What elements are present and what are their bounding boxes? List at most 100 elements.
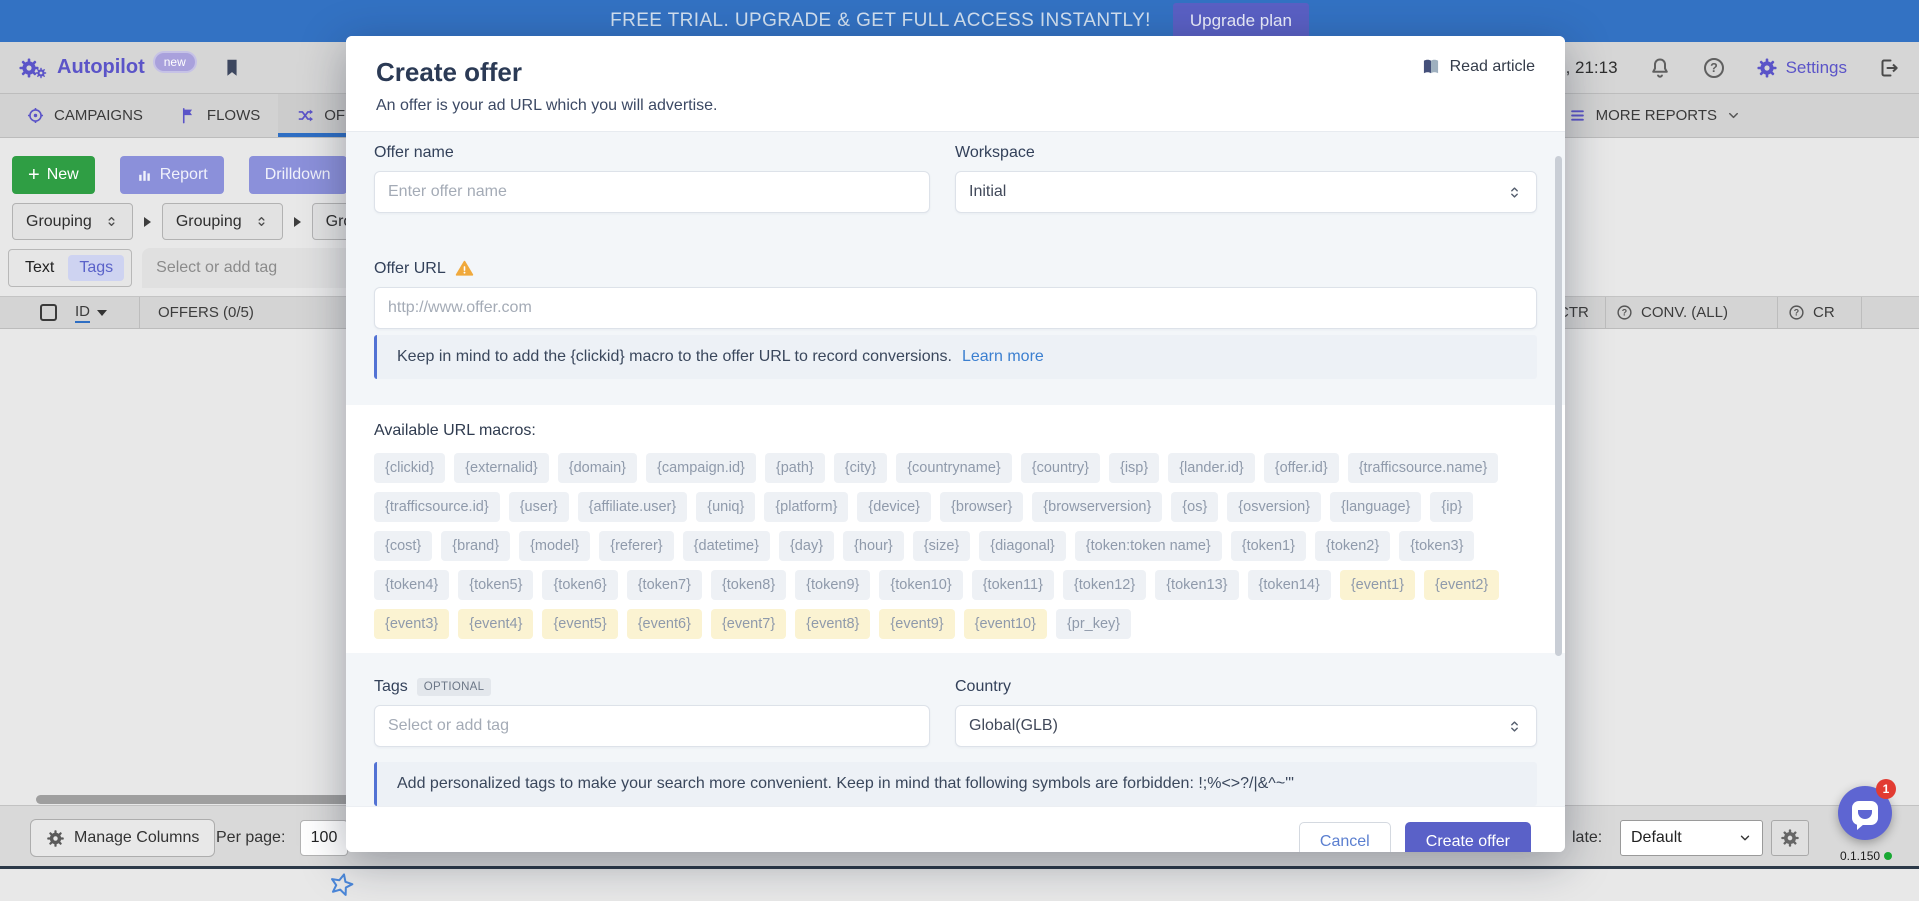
- macro-chip[interactable]: {offer.id}: [1264, 453, 1339, 483]
- grouping-select-1[interactable]: Grouping: [12, 203, 133, 240]
- macro-chip[interactable]: {token12}: [1063, 570, 1146, 600]
- macro-chip[interactable]: {event2}: [1424, 570, 1499, 600]
- macro-chip[interactable]: {uniq}: [696, 492, 755, 522]
- macro-chip[interactable]: {day}: [779, 531, 834, 561]
- macro-chip[interactable]: {hour}: [843, 531, 904, 561]
- modal-scrollbar[interactable]: [1555, 156, 1562, 656]
- workspace-select[interactable]: Initial: [955, 171, 1537, 213]
- macro-chip[interactable]: {event10}: [964, 609, 1047, 639]
- notifications-bell-icon[interactable]: [1648, 56, 1672, 80]
- create-offer-button[interactable]: Create offer: [1405, 822, 1531, 852]
- macro-chip[interactable]: {token7}: [627, 570, 702, 600]
- drilldown-button[interactable]: Drilldown: [249, 156, 347, 194]
- macro-chip[interactable]: {token14}: [1248, 570, 1331, 600]
- offer-url-input[interactable]: [374, 287, 1537, 329]
- country-select[interactable]: Global(GLB): [955, 705, 1537, 747]
- macro-chip[interactable]: {size}: [913, 531, 970, 561]
- macro-chip[interactable]: {token9}: [795, 570, 870, 600]
- macro-chip[interactable]: {clickid}: [374, 453, 445, 483]
- macro-chip[interactable]: {os}: [1171, 492, 1218, 522]
- macro-chip[interactable]: {token13}: [1155, 570, 1238, 600]
- filter-mode-tags[interactable]: Tags: [68, 255, 124, 281]
- macro-chip[interactable]: {trafficsource.id}: [374, 492, 500, 522]
- macro-chip[interactable]: {externalid}: [454, 453, 549, 483]
- macro-chip[interactable]: {event7}: [711, 609, 786, 639]
- warning-icon: [455, 259, 474, 278]
- cancel-button[interactable]: Cancel: [1299, 822, 1391, 852]
- autopilot-brand[interactable]: Autopilot new: [18, 56, 243, 79]
- plus-icon: +: [28, 165, 40, 185]
- macro-chip[interactable]: {country}: [1021, 453, 1100, 483]
- manage-columns-button[interactable]: Manage Columns: [30, 819, 215, 857]
- macro-chip[interactable]: {browserversion}: [1032, 492, 1162, 522]
- settings-button[interactable]: Settings: [1756, 57, 1847, 79]
- macro-chip[interactable]: {model}: [519, 531, 590, 561]
- template-settings-button[interactable]: [1771, 820, 1809, 856]
- macro-chip[interactable]: {token11}: [972, 570, 1054, 600]
- macro-chip[interactable]: {osversion}: [1227, 492, 1321, 522]
- macro-chip[interactable]: {platform}: [764, 492, 848, 522]
- macro-chip[interactable]: {affiliate.user}: [578, 492, 688, 522]
- bookmark-icon[interactable]: [221, 57, 243, 79]
- macro-chip[interactable]: {pr_key}: [1056, 609, 1131, 639]
- macro-chip[interactable]: {token3}: [1399, 531, 1474, 561]
- macro-chip[interactable]: {token8}: [711, 570, 786, 600]
- report-button[interactable]: Report: [120, 156, 224, 194]
- macro-chip[interactable]: {referer}: [599, 531, 673, 561]
- macro-chip[interactable]: {path}: [765, 453, 825, 483]
- logout-icon[interactable]: [1877, 56, 1901, 80]
- macro-chip[interactable]: {city}: [834, 453, 887, 483]
- macro-chip[interactable]: {countryname}: [896, 453, 1012, 483]
- macro-chip[interactable]: {browser}: [940, 492, 1023, 522]
- macro-chip[interactable]: {token10}: [879, 570, 962, 600]
- macro-chip[interactable]: {language}: [1330, 492, 1421, 522]
- macro-chip[interactable]: {lander.id}: [1168, 453, 1255, 483]
- macro-chip[interactable]: {isp}: [1109, 453, 1159, 483]
- learn-more-link[interactable]: Learn more: [962, 348, 1044, 365]
- macro-chip[interactable]: {cost}: [374, 531, 432, 561]
- grouping-select-2[interactable]: Grouping: [162, 203, 283, 240]
- template-select[interactable]: Default: [1620, 820, 1763, 856]
- macro-chip[interactable]: {token4}: [374, 570, 449, 600]
- column-id-sort[interactable]: ID: [75, 303, 107, 323]
- select-all-checkbox[interactable]: [40, 304, 57, 321]
- macro-chip[interactable]: {event4}: [458, 609, 533, 639]
- tab-campaigns[interactable]: CAMPAIGNS: [8, 94, 161, 137]
- tags-input[interactable]: [374, 705, 930, 747]
- macro-chip[interactable]: {token5}: [458, 570, 533, 600]
- macro-chip[interactable]: {ip}: [1430, 492, 1473, 522]
- macro-chip[interactable]: {token2}: [1315, 531, 1390, 561]
- workspace-label: Workspace: [955, 144, 1537, 162]
- help-icon[interactable]: [1702, 56, 1726, 80]
- upgrade-plan-button[interactable]: Upgrade plan: [1173, 3, 1309, 39]
- offer-name-input[interactable]: [374, 171, 930, 213]
- macro-chip[interactable]: {event3}: [374, 609, 449, 639]
- conv-help-icon[interactable]: [1616, 304, 1633, 321]
- macro-chip[interactable]: {token1}: [1231, 531, 1306, 561]
- tags-label: Tags OPTIONAL: [374, 678, 930, 696]
- read-article-link[interactable]: Read article: [1421, 57, 1535, 77]
- macro-chip[interactable]: {trafficsource.name}: [1348, 453, 1499, 483]
- new-badge: new: [155, 53, 195, 71]
- macro-chip[interactable]: {diagonal}: [979, 531, 1066, 561]
- cr-help-icon[interactable]: [1788, 304, 1805, 321]
- tab-flows[interactable]: FLOWS: [161, 94, 278, 137]
- macro-chip[interactable]: {event6}: [627, 609, 702, 639]
- macro-chip[interactable]: {user}: [509, 492, 569, 522]
- country-label: Country: [955, 678, 1537, 696]
- macro-chip[interactable]: {token:token name}: [1075, 531, 1222, 561]
- macro-chip[interactable]: {event8}: [795, 609, 870, 639]
- macro-chip[interactable]: {brand}: [441, 531, 510, 561]
- macro-chip[interactable]: {event5}: [542, 609, 617, 639]
- per-page-input[interactable]: 100: [300, 820, 348, 856]
- macro-chip[interactable]: {event1}: [1340, 570, 1415, 600]
- filter-mode-text[interactable]: Text: [16, 255, 63, 281]
- new-offer-button[interactable]: + New: [12, 156, 95, 194]
- macro-chip[interactable]: {campaign.id}: [646, 453, 756, 483]
- macro-chip[interactable]: {domain}: [558, 453, 637, 483]
- macro-chip[interactable]: {token6}: [542, 570, 617, 600]
- macro-chip[interactable]: {datetime}: [683, 531, 770, 561]
- macro-chip[interactable]: {event9}: [879, 609, 954, 639]
- macro-chip[interactable]: {device}: [857, 492, 931, 522]
- more-reports-menu[interactable]: MORE REPORTS: [1568, 94, 1741, 137]
